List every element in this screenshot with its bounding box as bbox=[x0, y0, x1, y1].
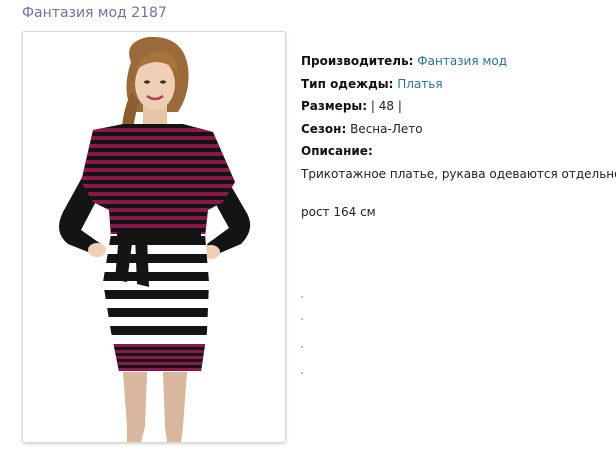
clothing-type-row: Тип одежды: Платья bbox=[301, 73, 611, 96]
manufacturer-link[interactable]: Фантазия мод bbox=[417, 54, 507, 68]
season-label: Сезон: bbox=[301, 121, 347, 136]
season-value: Весна-Лето bbox=[350, 121, 423, 136]
product-photo-image bbox=[23, 32, 285, 442]
manufacturer-label: Производитель: bbox=[301, 54, 414, 68]
divider-dot bbox=[301, 296, 303, 298]
product-page: Фантазия мод 2187 Производитель: Фантази… bbox=[0, 0, 616, 450]
clothing-type-link[interactable]: Платья bbox=[397, 77, 442, 91]
sizes-label: Размеры: bbox=[301, 99, 368, 113]
description-label: Описание: bbox=[301, 144, 373, 158]
sizes-row: Размеры: | 48 | bbox=[301, 95, 611, 118]
divider-dot bbox=[301, 372, 303, 374]
season-row: Сезон: Весна-Лето bbox=[301, 118, 611, 141]
divider-dot bbox=[301, 318, 303, 320]
sizes-value: | 48 | bbox=[370, 99, 402, 113]
manufacturer-row: Производитель: Фантазия мод bbox=[301, 50, 611, 73]
description-text: Трикотажное платье, рукава одеваются отд… bbox=[301, 166, 616, 181]
product-details: Производитель: Фантазия мод Тип одежды: … bbox=[301, 50, 616, 224]
description-row: Описание: bbox=[301, 140, 611, 163]
product-title: Фантазия мод 2187 bbox=[22, 5, 167, 21]
product-photo[interactable] bbox=[22, 31, 286, 443]
model-height-text: рост 164 см bbox=[301, 205, 376, 219]
divider-dot bbox=[301, 346, 303, 348]
clothing-type-label: Тип одежды: bbox=[301, 76, 394, 91]
